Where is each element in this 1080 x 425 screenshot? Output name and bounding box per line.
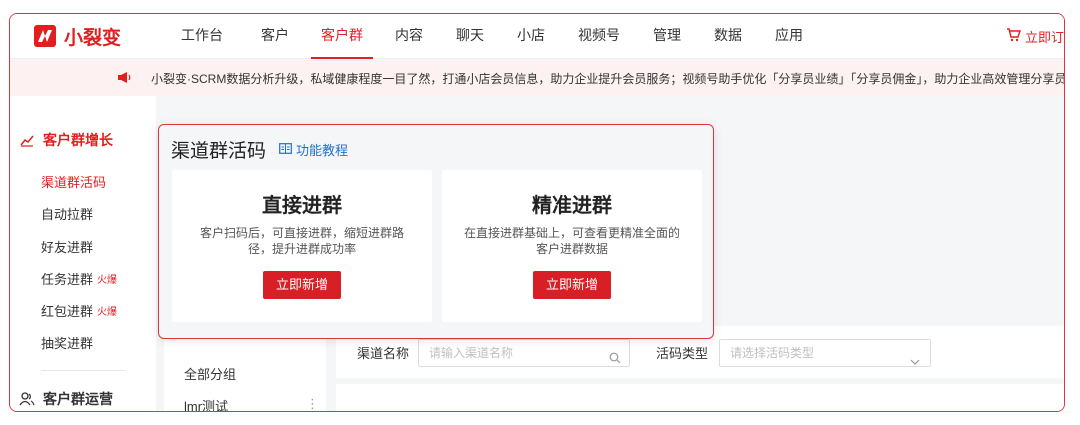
sidebar-item-channel-qrcode[interactable]: 渠道群活码 <box>41 172 106 191</box>
qrcode-type-label: 活码类型 <box>656 346 709 361</box>
order-now-label: 立即订 <box>1024 30 1064 45</box>
channel-name-label: 渠道名称 <box>357 346 410 361</box>
popup-title: 渠道群活码 <box>171 141 267 162</box>
group-item-lmr[interactable]: lmr测试 <box>184 396 228 411</box>
sidebar-item-auto-group[interactable]: 自动拉群 <box>41 204 93 223</box>
nav-item-channels[interactable]: 视频号 <box>578 14 620 59</box>
sidebar-item-label: 好友进群 <box>41 240 94 255</box>
precise-join-add-button[interactable]: 立即新增 <box>533 271 611 299</box>
brand-name: 小裂变 <box>64 27 122 49</box>
nav-item-apps[interactable]: 应用 <box>775 14 803 59</box>
sidebar-item-label: 抽奖进群 <box>41 336 94 351</box>
nav-item-shop[interactable]: 小店 <box>517 14 545 59</box>
qrcode-type-select[interactable]: 请选择活码类型 <box>719 339 931 367</box>
order-now-link[interactable]: 立即订 <box>1006 14 1064 59</box>
hot-badge: 火爆 <box>97 275 118 286</box>
precise-join-card: 精准进群 在直接进群基础上，可查看更精准全面的客户进群数据 立即新增 <box>442 170 702 322</box>
tutorial-link[interactable]: 功能教程 <box>279 140 348 159</box>
cart-icon <box>1006 28 1025 45</box>
direct-join-card: 直接进群 客户扫码后，可直接进群，缩短进群路径，提升进群成功率 立即新增 <box>172 170 432 322</box>
nav-item-content[interactable]: 内容 <box>395 14 423 59</box>
sidebar-item-label: 自动拉群 <box>41 207 94 222</box>
notice-bar: 小裂变·SCRM数据分析升级，私域健康程度一目了然，打通小店会员信息，助力企业提… <box>10 60 1064 96</box>
card-description: 客户扫码后，可直接进群，缩短进群路径，提升进群成功率 <box>199 226 404 256</box>
book-icon <box>279 142 296 157</box>
nav-item-manage[interactable]: 管理 <box>653 14 681 59</box>
nav-item-workbench[interactable]: 工作台 <box>181 14 223 59</box>
sidebar: 客户群增长 渠道群活码 自动拉群 好友进群 任务进群 火爆 红包进群 火爆 抽奖… <box>10 96 156 411</box>
brand-logo[interactable]: 小裂变 <box>34 24 122 49</box>
sidebar-item-label: 渠道群活码 <box>41 175 107 190</box>
card-description: 在直接进群基础上，可查看更精准全面的客户进群数据 <box>463 226 680 256</box>
channel-name-input[interactable]: 请输入渠道名称 <box>418 339 630 367</box>
sidebar-divider <box>41 370 125 371</box>
nav-menu: 工作台 客户 客户群 内容 聊天 小店 视频号 管理 数据 应用 <box>181 14 803 59</box>
notice-text: 小裂变·SCRM数据分析升级，私域健康程度一目了然，打通小店会员信息，助力企业提… <box>151 72 1064 86</box>
card-title: 直接进群 <box>262 195 342 217</box>
sidebar-group-operations-label: 客户群运营 <box>43 391 113 407</box>
qrcode-type-placeholder: 请选择活码类型 <box>730 346 815 360</box>
sidebar-item-label: 任务进群 <box>41 272 94 287</box>
tutorial-label: 功能教程 <box>296 143 349 158</box>
users-icon <box>19 391 35 407</box>
logo-mark-icon <box>34 25 56 47</box>
nav-item-chat[interactable]: 聊天 <box>456 14 484 59</box>
nav-item-customers[interactable]: 客户 <box>261 14 289 59</box>
direct-join-add-button[interactable]: 立即新增 <box>263 271 341 299</box>
app-frame: 小裂变 工作台 客户 客户群 内容 聊天 小店 视频号 管理 数据 应用 立即订… <box>9 13 1065 412</box>
channel-name-placeholder: 请输入渠道名称 <box>429 346 514 360</box>
sidebar-item-friend-group[interactable]: 好友进群 <box>41 237 93 256</box>
sidebar-group-growth[interactable]: 客户群增长 <box>19 130 113 150</box>
hot-badge: 火爆 <box>97 307 118 318</box>
sidebar-group-growth-label: 客户群增长 <box>43 132 113 148</box>
sidebar-item-redpacket-group[interactable]: 红包进群 火爆 <box>41 301 117 320</box>
group-item-all[interactable]: 全部分组 <box>184 364 236 383</box>
sidebar-item-lottery-group[interactable]: 抽奖进群 <box>41 333 93 352</box>
more-vertical-icon[interactable]: ⋮ <box>306 396 319 411</box>
sidebar-group-operations[interactable]: 客户群运营 <box>19 389 113 409</box>
sidebar-item-task-group[interactable]: 任务进群 火爆 <box>41 269 117 288</box>
nav-item-data[interactable]: 数据 <box>714 14 742 59</box>
channel-qrcode-popup: 渠道群活码 功能教程 直接进群 客户扫码后，可直接进群，缩短进群路径，提升进群成… <box>158 124 714 339</box>
sidebar-item-label: 红包进群 <box>41 304 94 319</box>
megaphone-icon <box>117 71 131 89</box>
search-icon <box>609 347 621 373</box>
content-table-area <box>336 384 1064 411</box>
top-navigation: 小裂变 工作台 客户 客户群 内容 聊天 小店 视频号 管理 数据 应用 立即订 <box>10 14 1064 59</box>
nav-item-customer-groups[interactable]: 客户群 <box>311 14 373 59</box>
growth-chart-icon <box>19 132 35 148</box>
card-title: 精准进群 <box>532 195 612 217</box>
chevron-down-icon <box>910 349 920 375</box>
